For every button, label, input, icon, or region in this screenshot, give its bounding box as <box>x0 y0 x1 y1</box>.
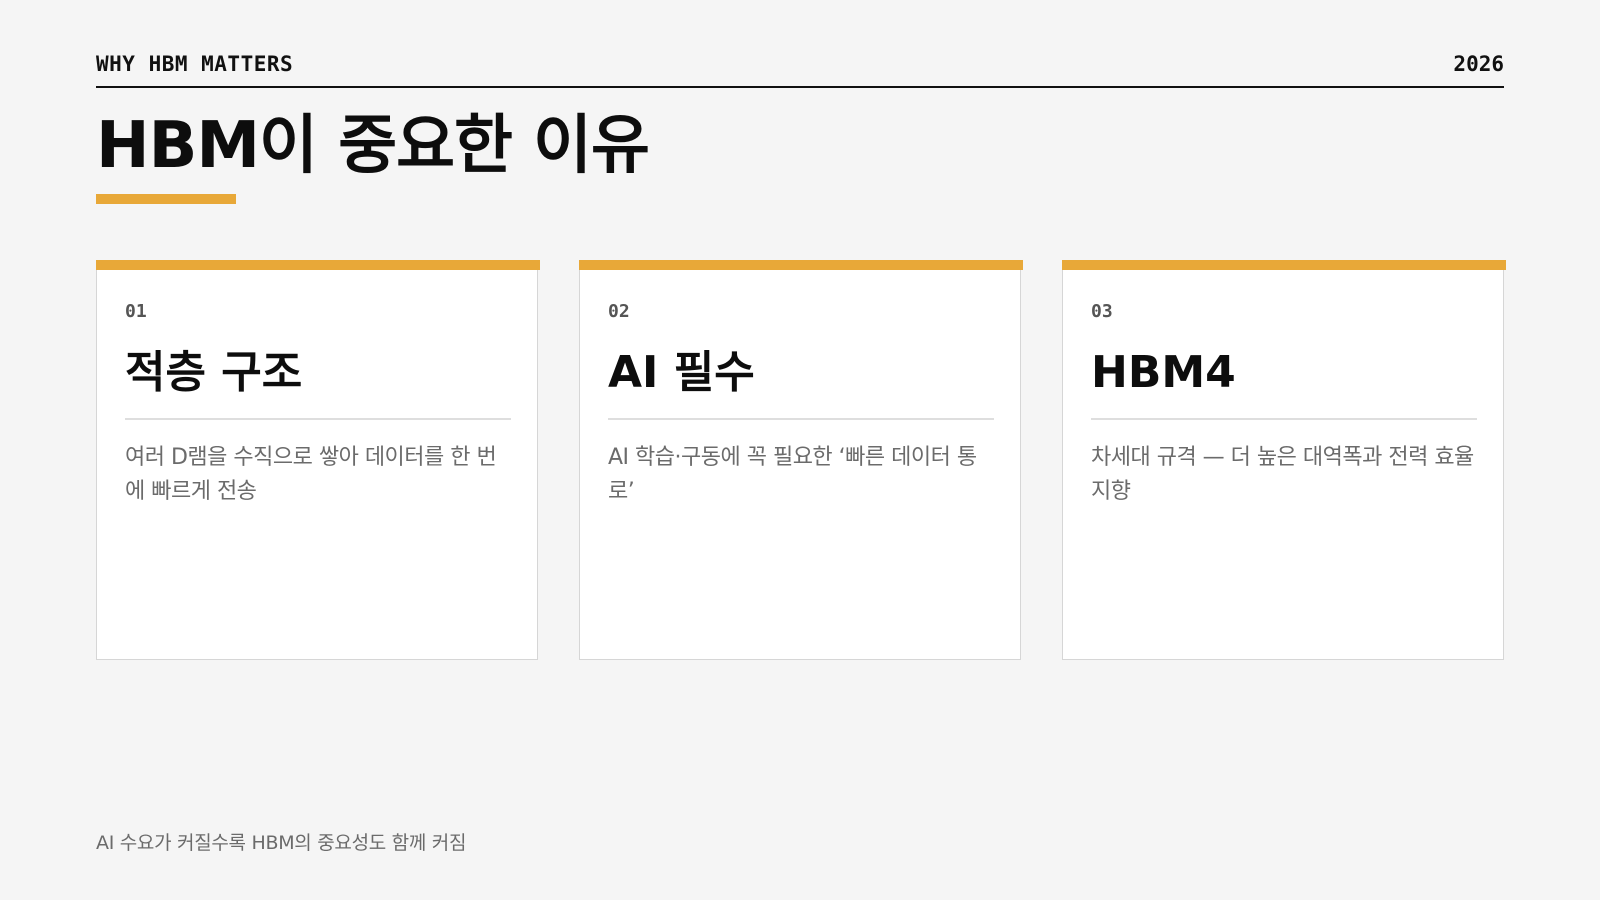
card-number: 02 <box>608 301 630 322</box>
card-row: 01 적층 구조 여러 D램을 수직으로 쌓아 데이터를 한 번에 빠르게 전송… <box>96 260 1506 662</box>
card-title: HBM4 <box>1091 347 1236 398</box>
card-divider <box>125 418 511 420</box>
card-title: 적층 구조 <box>125 347 303 398</box>
card-title: AI 필수 <box>608 347 755 398</box>
card-accent-bar <box>96 260 540 270</box>
card-accent-bar <box>1062 260 1506 270</box>
card-description: 여러 D램을 수직으로 쌓아 데이터를 한 번에 빠르게 전송 <box>125 445 497 504</box>
footer-note: AI 수요가 커질수록 HBM의 중요성도 함께 커짐 <box>96 832 467 854</box>
card-description: AI 학습·구동에 꼭 필요한 ‘빠른 데이터 통로’ <box>608 445 977 504</box>
card-number: 03 <box>1091 301 1113 322</box>
eyebrow-label: WHY HBM MATTERS <box>96 52 294 76</box>
card-ai-essential: 02 AI 필수 AI 학습·구동에 꼭 필요한 ‘빠른 데이터 통로’ <box>579 260 1023 660</box>
card-stacked-structure: 01 적층 구조 여러 D램을 수직으로 쌓아 데이터를 한 번에 빠르게 전송 <box>96 260 540 660</box>
card-divider <box>608 418 994 420</box>
card-description: 차세대 규격 — 더 높은 대역폭과 전력 효율 지향 <box>1091 445 1474 504</box>
card-accent-bar <box>579 260 1023 270</box>
title-underline <box>96 194 236 204</box>
slide: WHY HBM MATTERS 2026 HBM이 중요한 이유 01 적층 구… <box>96 0 1506 900</box>
year-label: 2026 <box>1453 52 1504 76</box>
card-divider <box>1091 418 1477 420</box>
header-bar: WHY HBM MATTERS 2026 <box>96 50 1504 88</box>
card-hbm4: 03 HBM4 차세대 규격 — 더 높은 대역폭과 전력 효율 지향 <box>1062 260 1506 660</box>
card-number: 01 <box>125 301 147 322</box>
page-title: HBM이 중요한 이유 <box>96 109 650 183</box>
